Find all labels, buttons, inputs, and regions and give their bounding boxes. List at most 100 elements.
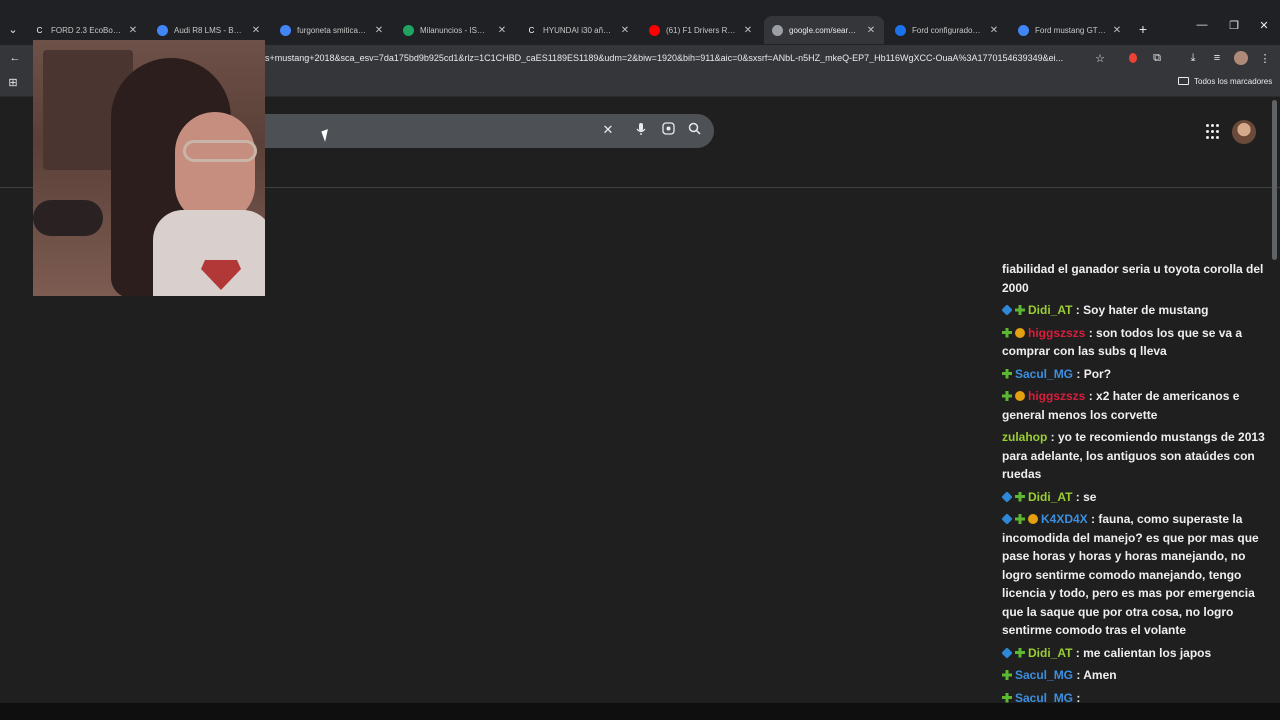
chat-message: higgszszs : x2 hater de americanos e gen…: [1000, 385, 1280, 426]
chat-message: zulahop : yo te recomiendo mustangs de 2…: [1000, 426, 1280, 486]
favicon-icon: C: [526, 24, 537, 36]
kebab-menu-icon[interactable]: ⋮: [1256, 49, 1274, 67]
lens-icon[interactable]: [660, 122, 676, 138]
apps-grid-icon[interactable]: ⊞: [4, 73, 22, 91]
chat-username[interactable]: higgszszs: [1028, 326, 1085, 340]
chat-message: Didi_AT : se: [1000, 486, 1280, 509]
all-bookmarks-link[interactable]: Todos los marcadores: [1194, 77, 1272, 86]
chat-message: higgszszs : son todos los que se va a co…: [1000, 322, 1280, 363]
mic-icon[interactable]: [633, 122, 649, 139]
scrollbar-thumb[interactable]: [1272, 100, 1277, 260]
cube-badge-icon: [1001, 304, 1013, 316]
tab-9[interactable]: Ford mustang GTD - ✕: [1010, 16, 1130, 44]
favicon-icon: [895, 24, 906, 36]
close-icon[interactable]: ✕: [251, 25, 261, 36]
chat-username[interactable]: Sacul_MG: [1015, 668, 1073, 682]
favicon-icon: [280, 24, 291, 36]
close-icon[interactable]: ✕: [1112, 25, 1122, 36]
chevron-down-icon[interactable]: ⌄: [4, 20, 22, 38]
taskbar-strip: [0, 703, 1280, 720]
tab-7[interactable]: google.com/search?c ✕: [764, 16, 884, 44]
chat-username[interactable]: Sacul_MG: [1015, 367, 1073, 381]
tab-4[interactable]: Milanuncios - ISO IS ✕: [395, 16, 515, 44]
close-icon[interactable]: ✕: [374, 25, 384, 36]
warn-badge-icon: [1015, 327, 1025, 338]
cube-badge-icon: [1001, 513, 1013, 525]
chat-message: Sacul_MG : Por?: [1000, 363, 1280, 386]
glasses: [183, 140, 257, 162]
restore-button[interactable]: ❐: [1222, 19, 1246, 32]
plus-badge-icon: [1002, 670, 1012, 680]
media-icon[interactable]: ≡: [1208, 49, 1226, 67]
profile-avatar[interactable]: [1232, 49, 1250, 67]
chat-username[interactable]: Didi_AT: [1028, 303, 1072, 317]
plus-badge-icon: [1015, 491, 1025, 502]
chat-username[interactable]: K4XD4X: [1041, 512, 1088, 526]
download-icon[interactable]: ⤓: [1184, 49, 1202, 67]
chat-username[interactable]: Didi_AT: [1028, 490, 1072, 504]
close-window-button[interactable]: ✕: [1252, 19, 1276, 32]
tab-title: (61) F1 Drivers Race: [666, 25, 737, 35]
chat-text: : Soy hater de mustang: [1075, 303, 1209, 317]
plus-badge-icon: [1002, 692, 1012, 703]
chat-text: fiabilidad el ganador seria u toyota cor…: [1002, 262, 1264, 295]
favicon-icon: [649, 24, 660, 36]
minimize-button[interactable]: —: [1190, 19, 1214, 31]
close-icon[interactable]: ✕: [600, 122, 616, 138]
chat-text: : se: [1075, 489, 1097, 504]
chat-username[interactable]: zulahop: [1002, 430, 1047, 444]
tab-title: Audi R8 LMS - Buscar: [174, 25, 245, 35]
chat-message: Sacul_MG : Amen: [1000, 664, 1280, 687]
tab-title: google.com/search?c: [789, 25, 860, 35]
chat-text: : me calientan los japos: [1075, 645, 1212, 660]
cube-badge-icon: [1001, 490, 1013, 503]
tab-8[interactable]: Ford configurador | F ✕: [887, 16, 1007, 44]
webcam-overlay: [33, 40, 265, 296]
plus-badge-icon: [1015, 647, 1025, 658]
chat-message: Didi_AT : me calientan los japos: [1000, 642, 1280, 665]
close-icon[interactable]: ✕: [743, 25, 753, 36]
star-icon[interactable]: ☆: [1091, 49, 1109, 67]
tab-title: Milanuncios - ISO IS: [420, 25, 491, 35]
tab-5[interactable]: C HYUNDAI i30 año 20 ✕: [518, 16, 638, 44]
plus-badge-icon: [1015, 305, 1025, 315]
favicon-icon: [157, 24, 168, 36]
puzzle-icon[interactable]: ⧉: [1148, 49, 1166, 67]
chat-username[interactable]: Didi_AT: [1028, 646, 1072, 660]
favicon-icon: [772, 24, 783, 36]
new-tab-button[interactable]: +: [1134, 20, 1152, 38]
plus-badge-icon: [1002, 391, 1012, 401]
search-icon[interactable]: [686, 122, 702, 138]
tab-title: furgoneta smitica vol: [297, 25, 368, 35]
chat-text: : fauna, como superaste la incomodida de…: [1002, 512, 1259, 637]
streamer-face: [175, 112, 255, 222]
record-icon[interactable]: [1124, 49, 1142, 67]
close-icon[interactable]: ✕: [497, 25, 507, 36]
warn-badge-icon: [1028, 514, 1038, 524]
tab-title: FORD 2.3 EcoBoost 2: [51, 25, 122, 35]
tab-title: Ford mustang GTD -: [1035, 25, 1106, 35]
close-icon[interactable]: ✕: [989, 25, 999, 36]
favicon-icon: [403, 24, 414, 36]
close-icon[interactable]: ✕: [620, 25, 630, 36]
back-arrow-icon[interactable]: ←: [6, 49, 24, 67]
chat-message: fiabilidad el ganador seria u toyota cor…: [1000, 258, 1280, 299]
apps-grid-icon[interactable]: [1206, 124, 1222, 140]
plus-badge-icon: [1002, 327, 1012, 338]
plus-badge-icon: [1002, 368, 1012, 379]
chat-username[interactable]: higgszszs: [1028, 389, 1085, 403]
plus-badge-icon: [1015, 514, 1025, 524]
cube-badge-icon: [1001, 646, 1013, 659]
tab-title: HYUNDAI i30 año 20: [543, 25, 614, 35]
warn-badge-icon: [1015, 391, 1025, 401]
chat-text: : Amen: [1076, 668, 1117, 682]
close-icon[interactable]: ✕: [866, 25, 876, 36]
close-icon[interactable]: ✕: [128, 25, 138, 36]
tab-3[interactable]: furgoneta smitica vol ✕: [272, 16, 392, 44]
address-bar[interactable]: s+mustang+2018&sca_esv=7da175bd9b925cd1&…: [265, 53, 1085, 63]
account-avatar[interactable]: [1232, 120, 1256, 144]
streamer-shirt: [153, 210, 265, 296]
favicon-icon: C: [34, 24, 45, 36]
tab-6[interactable]: (61) F1 Drivers Race ✕: [641, 16, 761, 44]
chat-message: Didi_AT : Soy hater de mustang: [1000, 299, 1280, 322]
